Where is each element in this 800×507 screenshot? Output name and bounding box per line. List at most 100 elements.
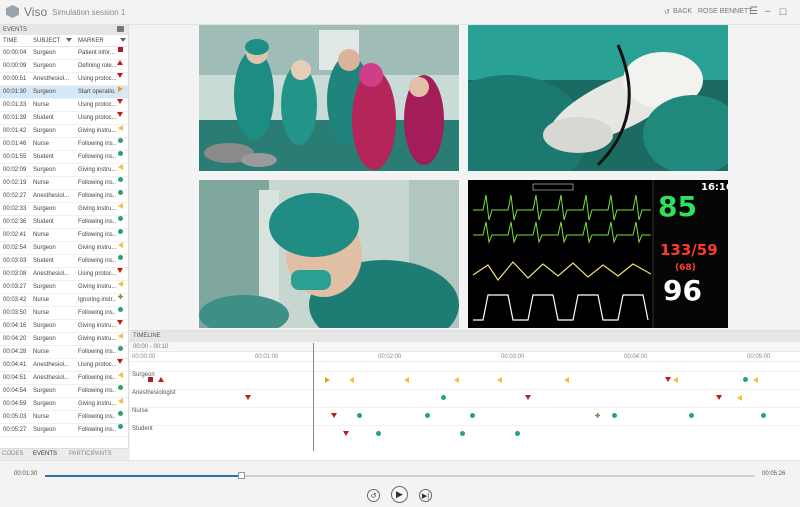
event-subject: Anesthesiol...	[33, 193, 69, 199]
event-row[interactable]: 00:01:39 Student Using protoc...	[0, 112, 128, 125]
col-time[interactable]: TIME	[3, 35, 17, 47]
timeline-event-marker[interactable]	[459, 431, 465, 436]
rewind-button[interactable]: ↺	[367, 489, 380, 502]
timeline-lane[interactable]: Surgeon	[130, 371, 800, 389]
events-panel-header: EVENTS	[0, 25, 128, 35]
timeline-playhead[interactable]	[313, 343, 314, 451]
timeline-event-marker[interactable]	[330, 413, 337, 418]
timeline-lane[interactable]: Anesthesiologist	[130, 389, 800, 407]
events-panel-tabs: CODES EVENTS PARTICIPANTS	[0, 448, 129, 461]
video-operating-room[interactable]	[199, 25, 459, 171]
seek-bar[interactable]	[45, 472, 755, 479]
event-row[interactable]: 00:05:03 Nurse Following ins...	[0, 411, 128, 424]
back-arrow-icon[interactable]: ↺	[664, 7, 670, 19]
col-subject[interactable]: SUBJECT	[33, 35, 60, 47]
event-row[interactable]: 00:03:27 Surgeon Giving instru...	[0, 281, 128, 294]
event-row[interactable]: 00:00:04 Surgeon Patient infor...	[0, 47, 128, 60]
event-row[interactable]: 00:04:16 Surgeon Giving instru...	[0, 320, 128, 333]
event-row[interactable]: 00:04:59 Surgeon Giving instru...	[0, 398, 128, 411]
back-button[interactable]: BACK	[673, 8, 692, 15]
event-row[interactable]: 00:02:54 Surgeon Giving instru...	[0, 242, 128, 255]
event-row[interactable]: 00:03:03 Student Following ins...	[0, 255, 128, 268]
timeline-event-marker[interactable]	[752, 377, 758, 383]
video-surgeon[interactable]	[199, 180, 459, 328]
timeline-lane-label: Anesthesiologist	[132, 390, 176, 396]
timeline-event-marker[interactable]	[375, 431, 381, 436]
event-row[interactable]: 00:01:42 Surgeon Giving instru...	[0, 125, 128, 138]
timeline-event-marker[interactable]	[324, 377, 330, 383]
marker-filter-icon[interactable]	[120, 38, 126, 42]
timeline-event-marker[interactable]	[453, 377, 459, 383]
event-row[interactable]: 00:04:20 Surgeon Giving instru...	[0, 333, 128, 346]
timeline-event-marker[interactable]	[716, 395, 723, 400]
timeline-lane[interactable]: Nurse	[130, 407, 800, 425]
event-row[interactable]: 00:05:27 Surgeon Following ins...	[0, 424, 128, 437]
timeline-event-marker[interactable]	[564, 377, 570, 383]
event-row[interactable]: 00:03:42 Nurse Ignoring instr...	[0, 294, 128, 307]
timeline-event-marker[interactable]	[244, 395, 251, 400]
event-subject: Surgeon	[33, 50, 56, 56]
skip-forward-button[interactable]: ▶|	[419, 489, 432, 502]
marker-code-icon	[117, 60, 123, 65]
user-name[interactable]: ROSE BENNETT	[698, 8, 752, 15]
event-row[interactable]: 00:02:41 Nurse Following ins...	[0, 229, 128, 242]
event-row[interactable]: 00:04:54 Surgeon Following ins...	[0, 385, 128, 398]
subject-filter-icon[interactable]	[66, 38, 72, 42]
timeline-event-marker[interactable]	[424, 413, 430, 418]
timeline-lane[interactable]: Student	[130, 425, 800, 443]
minimize-icon[interactable]: –	[765, 6, 771, 18]
marker-code-icon	[117, 359, 123, 364]
timeline-event-marker[interactable]	[342, 431, 349, 436]
timeline-event-marker[interactable]	[736, 395, 742, 401]
event-row[interactable]: 00:01:33 Nurse Using protoc...	[0, 99, 128, 112]
marker-code-icon	[117, 112, 123, 117]
event-row[interactable]: 00:02:36 Student Following ins...	[0, 216, 128, 229]
event-time: 00:03:42	[3, 297, 27, 303]
event-row[interactable]: 00:03:08 Anesthesiol... Using protoc...	[0, 268, 128, 281]
timeline-event-marker[interactable]	[673, 377, 678, 383]
tab-codes[interactable]: CODES	[2, 449, 23, 460]
event-row[interactable]: 00:04:41 Anesthesiol... Using protoc...	[0, 359, 128, 372]
marker-code-icon	[117, 320, 123, 325]
play-button[interactable]: ▶	[391, 486, 408, 503]
event-subject: Surgeon	[33, 388, 56, 394]
event-row[interactable]: 00:03:50 Nurse Following ins...	[0, 307, 128, 320]
events-list: 00:00:04 Surgeon Patient infor... 00:00:09 S…	[0, 47, 128, 437]
event-subject: Surgeon	[33, 401, 56, 407]
event-row[interactable]: 00:02:33 Surgeon Giving instru...	[0, 203, 128, 216]
tab-participants[interactable]: PARTICIPANTS	[69, 449, 112, 460]
video-hands-closeup[interactable]	[468, 25, 728, 171]
timeline-event-marker[interactable]	[611, 413, 617, 418]
timeline-ruler[interactable]: 00:00:00 00:01:00 00:02:00 00:03:00 00:04:00…	[130, 352, 800, 362]
event-time: 00:01:30	[3, 89, 27, 95]
timeline-event-marker[interactable]	[404, 377, 410, 383]
event-row[interactable]: 00:00:09 Surgeon Defining role...	[0, 60, 128, 73]
patient-monitor[interactable]: 85 16:16 133/59 (68) 96	[468, 180, 728, 328]
marker-code-icon	[117, 268, 123, 273]
timeline-event-marker[interactable]	[525, 395, 532, 400]
timeline-event-marker[interactable]	[158, 377, 165, 382]
timeline-event-marker[interactable]	[496, 377, 502, 383]
menu-icon[interactable]: ☰	[749, 6, 758, 18]
event-row[interactable]: 00:02:09 Surgeon Giving instru...	[0, 164, 128, 177]
timeline-range[interactable]: 00:00 - 00:10	[130, 342, 800, 352]
event-row[interactable]: 00:02:27 Anesthesiol... Following ins...	[0, 190, 128, 203]
timeline-event-marker[interactable]	[349, 377, 355, 383]
marker-code-icon	[118, 138, 123, 143]
event-row[interactable]: 00:04:51 Anesthesiol... Following ins...	[0, 372, 128, 385]
event-row[interactable]: 00:01:55 Student Following ins...	[0, 151, 128, 164]
timeline-event-marker[interactable]	[742, 377, 748, 382]
seek-handle[interactable]	[237, 472, 245, 479]
session-title: Simulation session 1	[52, 8, 126, 17]
event-row[interactable]: 00:01:46 Nurse Following ins...	[0, 138, 128, 151]
col-marker[interactable]: MARKER	[78, 35, 104, 47]
comment-icon[interactable]	[117, 26, 124, 32]
event-row[interactable]: 00:01:30 Surgeon Start operatio...	[0, 86, 128, 99]
event-row[interactable]: 00:00:51 Anesthesiol... Using protoc...	[0, 73, 128, 86]
maximize-icon[interactable]: ☐	[779, 6, 787, 18]
timeline-event-marker[interactable]	[148, 377, 154, 382]
timeline-event-marker[interactable]	[664, 377, 671, 382]
event-row[interactable]: 00:04:28 Nurse Following ins...	[0, 346, 128, 359]
event-row[interactable]: 00:02:19 Nurse Following ins...	[0, 177, 128, 190]
event-time: 00:03:03	[3, 258, 27, 264]
